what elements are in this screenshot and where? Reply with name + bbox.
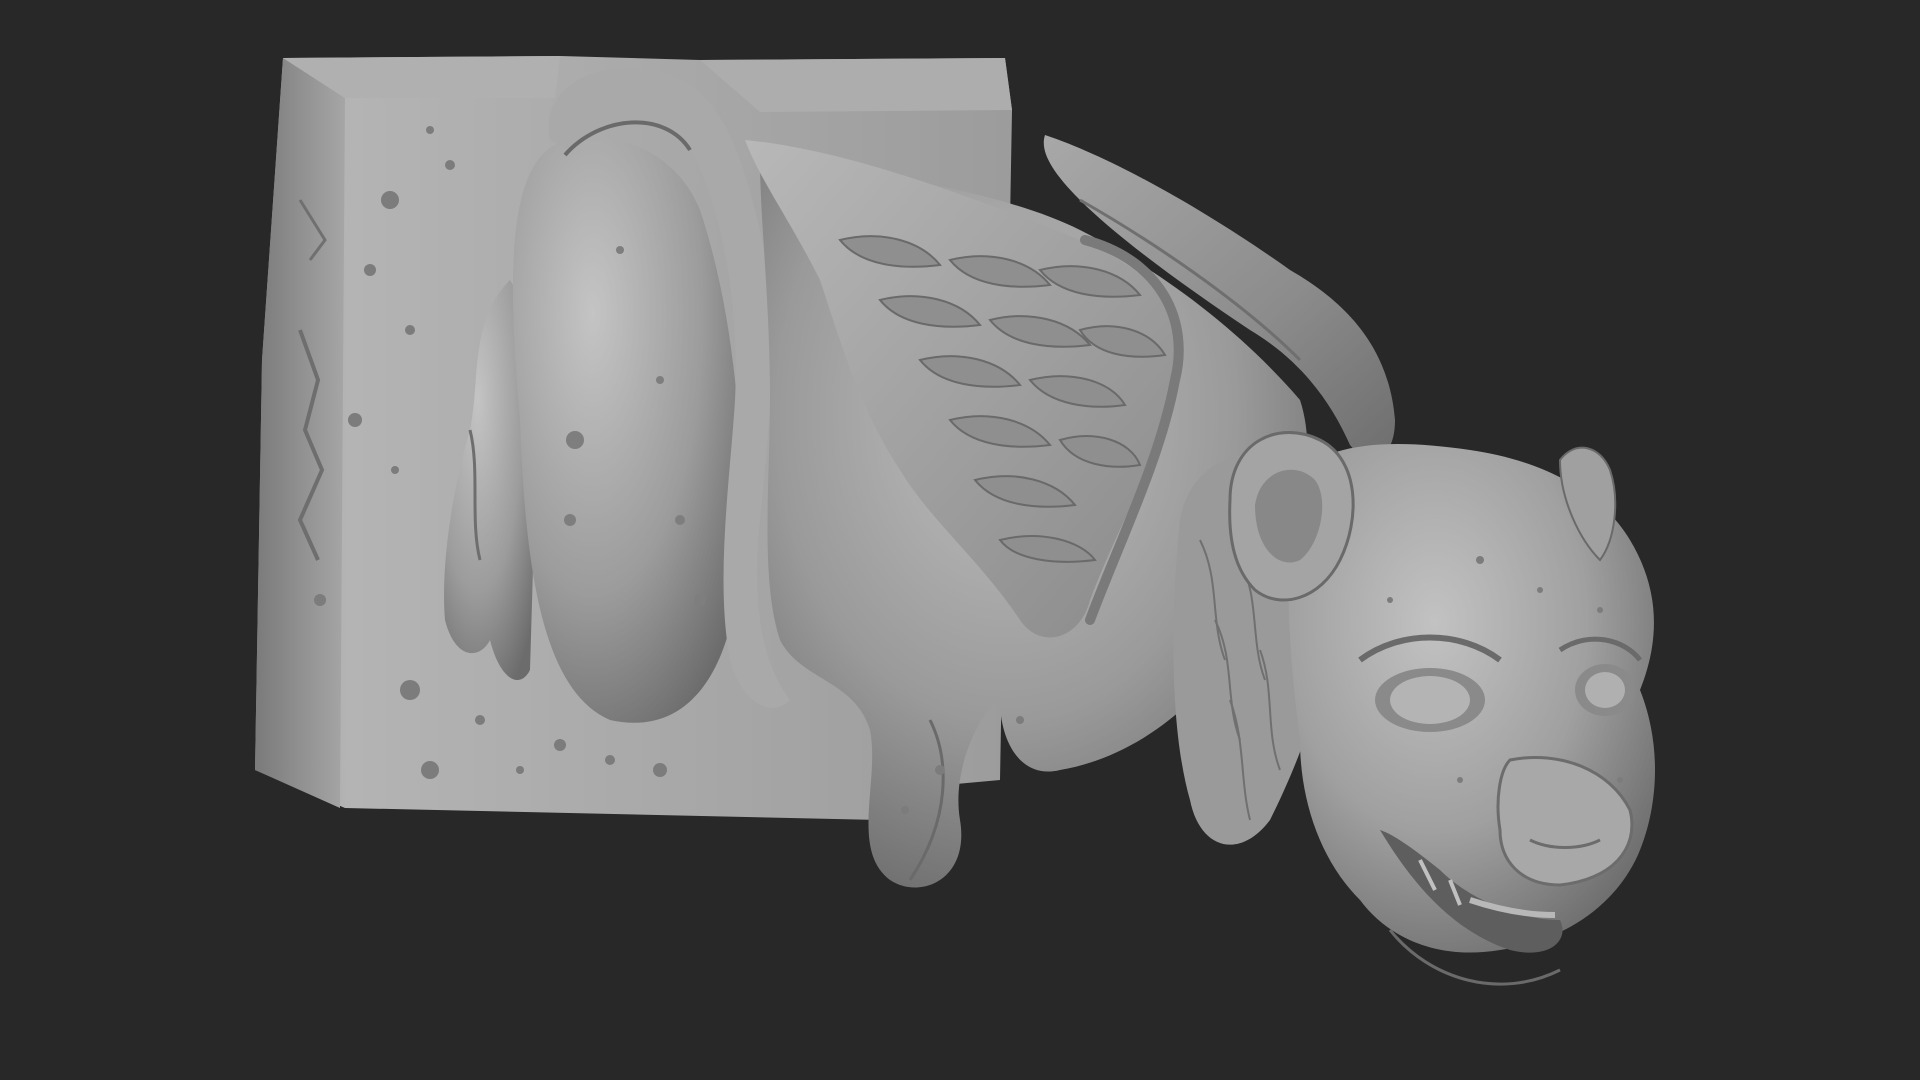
eye-left (1375, 668, 1485, 732)
eye-right (1575, 664, 1635, 716)
3d-viewport[interactable] (0, 0, 1920, 1080)
sculpt-model[interactable] (0, 0, 1920, 1080)
